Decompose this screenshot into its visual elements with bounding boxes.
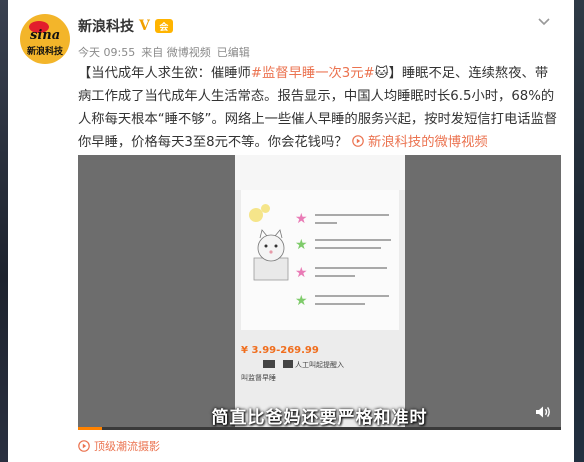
- pink-star-icon: ★: [295, 211, 308, 227]
- volume-icon[interactable]: [535, 405, 551, 423]
- video-source-footer[interactable]: 顶级潮流摄影: [78, 438, 160, 454]
- video-source-label: 顶级潮流摄影: [94, 440, 160, 453]
- handwritten-line: [315, 239, 391, 241]
- green-star-icon: ★: [295, 293, 308, 309]
- cat-illustration-icon: [251, 224, 291, 282]
- avatar-brand-text: 新浪科技: [27, 47, 64, 57]
- chevron-down-icon[interactable]: [538, 14, 550, 30]
- redaction-block: [263, 360, 275, 368]
- emoji-icon: 🐱: [374, 66, 389, 81]
- account-name[interactable]: 新浪科技: [78, 16, 134, 36]
- frame-top-strip: [235, 155, 405, 190]
- sina-logo-text: sina: [30, 28, 61, 43]
- play-circle-icon: [78, 440, 90, 452]
- account-name-row: 新浪科技 V 会: [78, 16, 173, 36]
- price-label: ¥ 3.99-269.99: [241, 345, 319, 356]
- product-tag-right: 人工叫起提醒入: [295, 361, 344, 369]
- post-prefix: 【当代成年人求生欲：催睡师: [78, 66, 251, 81]
- handwritten-line: [315, 214, 389, 216]
- video-subtitle: 简直比爸妈还要严格和准时: [211, 408, 428, 428]
- video-progress-fill: [78, 427, 103, 430]
- post-source[interactable]: 来自 微博视频: [141, 44, 211, 60]
- handwritten-line: [315, 303, 365, 305]
- product-info-page: ★ ★ ★ ★: [241, 190, 399, 330]
- handwritten-line: [315, 222, 337, 224]
- video-link[interactable]: 新浪科技的微博视频: [351, 135, 488, 150]
- verified-badge-icon: V: [139, 18, 150, 34]
- product-tag-left: 叫监督早睡: [241, 374, 276, 382]
- pink-star-icon: ★: [295, 265, 308, 281]
- avatar[interactable]: sina 新浪科技: [20, 14, 70, 64]
- handwritten-line: [315, 247, 381, 249]
- video-link-label: 新浪科技的微博视频: [368, 135, 488, 150]
- post-meta: 今天 09:55 来自 微博视频 已编辑: [78, 44, 250, 60]
- weibo-post-card: sina 新浪科技 新浪科技 V 会 今天 09:55 来自 微博视频 已编辑 …: [8, 0, 574, 462]
- video-progress-bar[interactable]: [78, 427, 561, 430]
- handwritten-line: [315, 275, 355, 277]
- redaction-block: [283, 360, 293, 368]
- post-edited[interactable]: 已编辑: [217, 44, 250, 60]
- post-time[interactable]: 今天 09:55: [78, 44, 135, 60]
- hashtag-link[interactable]: #监督早睡一次3元#: [251, 66, 375, 81]
- green-star-icon: ★: [295, 237, 308, 253]
- handwritten-line: [315, 295, 389, 297]
- play-circle-icon: [351, 135, 364, 147]
- member-badge-icon[interactable]: 会: [154, 19, 173, 33]
- post-text: 【当代成年人求生欲：催睡师#监督早睡一次3元#🐱】睡眠不足、连续熬夜、带病工作成…: [78, 62, 558, 154]
- video-player[interactable]: ★ ★ ★ ★ ¥ 3.99-269.99 人工叫起提醒入 叫监督早睡 简直比爸…: [78, 155, 561, 430]
- video-frame: ★ ★ ★ ★ ¥ 3.99-269.99 人工叫起提醒入 叫监督早睡: [235, 155, 405, 430]
- handwritten-line: [315, 267, 387, 269]
- yellow-bubble-icon: [261, 204, 270, 213]
